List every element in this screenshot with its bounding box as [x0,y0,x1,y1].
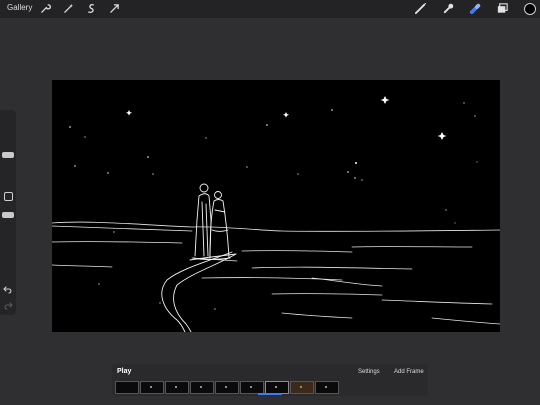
timeline-frame[interactable] [115,381,139,394]
color-picker-button[interactable] [524,3,536,15]
animation-assist-panel: Play Settings Add Frame [112,364,428,396]
artwork [52,96,500,332]
transform-icon[interactable] [109,3,120,14]
add-frame-button[interactable]: Add Frame [394,369,424,375]
timeline-frame[interactable] [215,381,239,394]
top-toolbar: Gallery [0,0,540,18]
timeline-frame[interactable] [190,381,214,394]
selected-frame-indicator [258,393,282,395]
opacity-slider[interactable] [2,212,14,218]
timeline-frame[interactable] [165,381,189,394]
undo-icon[interactable] [3,284,13,294]
frame-timeline [115,381,339,394]
layers-icon[interactable] [496,2,509,15]
smudge-icon[interactable] [442,2,455,15]
star [380,96,390,104]
wrench-icon[interactable] [40,3,51,14]
gallery-button[interactable]: Gallery [7,3,32,12]
couple-figures [192,183,231,260]
shoreline-path [161,251,237,332]
timeline-frame[interactable] [290,381,314,394]
horizon-line [52,221,500,232]
magic-wand-icon[interactable] [63,3,74,14]
redo-icon[interactable] [3,300,13,310]
drawing-canvas[interactable] [52,80,500,332]
eraser-icon[interactable] [469,2,482,15]
settings-button[interactable]: Settings [358,369,380,375]
star [437,132,447,140]
selection-icon[interactable] [86,3,97,14]
star [126,110,132,116]
play-button[interactable]: Play [117,368,131,375]
timeline-frame[interactable] [140,381,164,394]
left-sidebar [0,110,16,315]
star [283,112,289,118]
brush-size-slider[interactable] [2,152,14,158]
brush-icon[interactable] [414,2,427,15]
modify-button[interactable] [4,192,13,201]
timeline-frame[interactable] [315,381,339,394]
